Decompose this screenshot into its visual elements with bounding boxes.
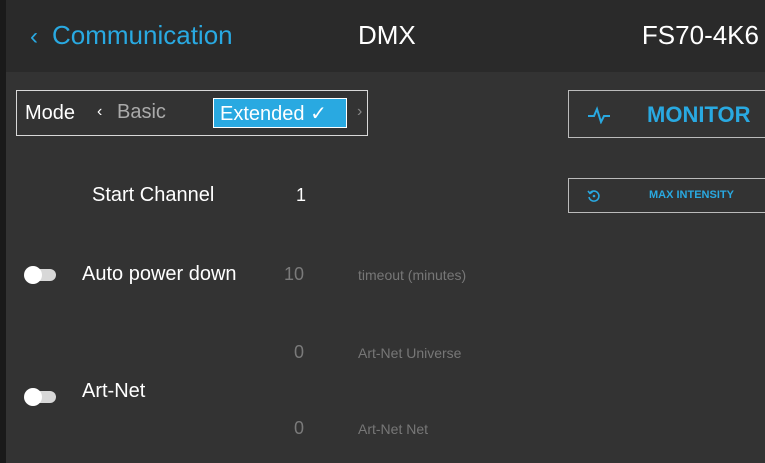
device-model: FS70-4K6	[641, 20, 759, 50]
auto-power-down-value[interactable]: 10	[284, 264, 304, 285]
dmx-screen: ‹ Communication DMX FS70-4K6 Mode ‹ Basic…	[6, 0, 765, 463]
monitor-button[interactable]: MONITOR	[568, 90, 765, 138]
header-bar: ‹ Communication DMX FS70-4K6	[6, 0, 765, 72]
chevron-left-icon: ‹	[30, 23, 38, 50]
auto-power-down-toggle[interactable]	[24, 266, 56, 284]
mode-next-arrow-icon[interactable]: ›	[357, 103, 362, 121]
art-net-toggle[interactable]	[24, 388, 56, 406]
art-net-net-hint: Art-Net Net	[358, 421, 429, 437]
reset-icon	[587, 190, 600, 202]
max-intensity-label: MAX INTENSITY	[649, 189, 734, 201]
mode-selector[interactable]: Mode ‹ Basic Extended ✓ ›	[16, 90, 368, 136]
page-title: DMX	[358, 20, 416, 50]
max-intensity-button[interactable]: MAX INTENSITY	[568, 178, 765, 213]
art-net-label: Art-Net	[82, 380, 146, 402]
back-button[interactable]: ‹ Communication	[30, 20, 233, 51]
pulse-icon	[588, 106, 610, 124]
art-net-net-value[interactable]: 0	[294, 418, 304, 439]
auto-power-down-label: Auto power down	[82, 263, 237, 285]
art-net-universe-hint: Art-Net Universe	[358, 345, 462, 361]
mode-option-extended-selected[interactable]: Extended ✓	[213, 98, 347, 128]
monitor-label: MONITOR	[647, 102, 751, 127]
start-channel-label: Start Channel	[92, 184, 215, 206]
mode-option-basic[interactable]: Basic	[117, 101, 166, 124]
start-channel-value[interactable]: 1	[296, 185, 306, 206]
toggle-knob	[24, 266, 42, 284]
mode-label: Mode	[25, 102, 76, 124]
auto-power-down-hint: timeout (minutes)	[358, 267, 467, 283]
mode-prev-arrow-icon[interactable]: ‹	[97, 103, 102, 121]
art-net-universe-value[interactable]: 0	[294, 342, 304, 363]
back-label: Communication	[52, 20, 233, 50]
toggle-knob	[24, 388, 42, 406]
